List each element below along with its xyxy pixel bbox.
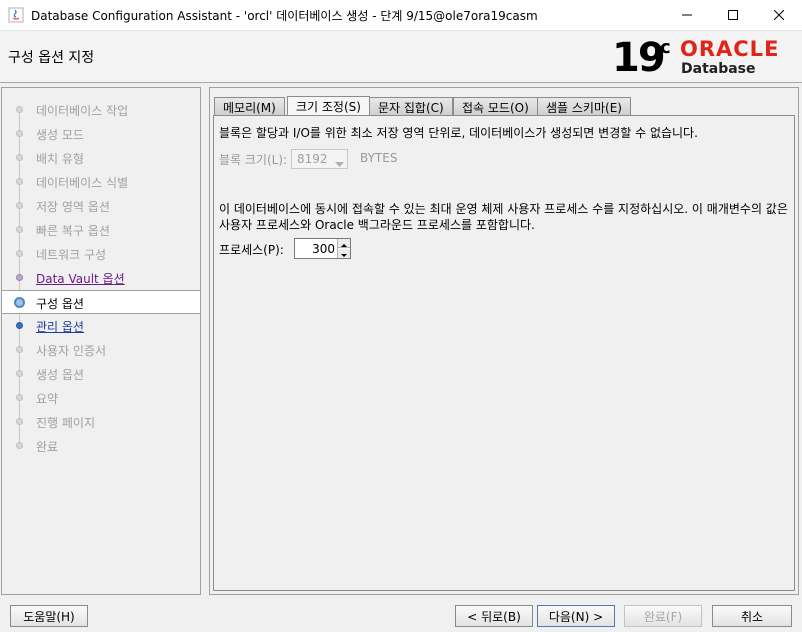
step-data-vault-option[interactable]: Data Vault 옵션	[2, 266, 200, 290]
tab-character-sets[interactable]: 문자 집합(C)	[369, 97, 453, 115]
step-label: 진행 페이지	[36, 416, 96, 430]
finish-button[interactable]: 완료(F)	[624, 605, 702, 627]
step-finish: 완료	[2, 434, 200, 458]
step-label: 저장 영역 옵션	[36, 200, 110, 214]
step-dot-icon	[16, 154, 23, 161]
java-app-icon	[8, 7, 24, 23]
brand-version: 19	[612, 35, 666, 81]
step-dot-icon	[16, 106, 23, 113]
brand-version-suffix: c	[660, 37, 671, 58]
step-label: 완료	[36, 440, 59, 454]
cancel-button[interactable]: 취소	[712, 605, 792, 627]
sizing-tab-panel: 블록은 할당과 I/O를 위한 최소 저장 영역 단위로, 데이터베이스가 생성…	[213, 115, 795, 591]
tab-connection-mode[interactable]: 접속 모드(O)	[453, 97, 538, 115]
spinner-up-button[interactable]	[338, 239, 350, 248]
step-dot-icon	[16, 418, 23, 425]
process-info-line1: 이 데이터베이스에 동시에 접속할 수 있는 최대 운영 체제 사용자 프로세스…	[219, 202, 788, 216]
step-label: 요약	[36, 392, 59, 406]
step-label: 네트워크 구성	[36, 248, 107, 262]
step-database-operation: 데이터베이스 작업	[2, 98, 200, 122]
oracle-database-logo: 19 c ORACLE Database	[612, 35, 792, 81]
page-title: 구성 옵션 지정	[8, 50, 95, 66]
step-navigation: 데이터베이스 작업 생성 모드 배치 유형 데이터베이스 식별 저장 영역 옵션…	[1, 87, 201, 595]
spinner-down-button[interactable]	[338, 249, 350, 258]
process-spinner[interactable]	[294, 238, 351, 259]
step-current-icon	[14, 297, 25, 308]
spinner-buttons	[337, 239, 350, 258]
step-fast-recovery-option: 빠른 복구 옵션	[2, 218, 200, 242]
step-creation-mode: 생성 모드	[2, 122, 200, 146]
close-button[interactable]	[756, 0, 802, 31]
tab-sizing[interactable]: 크기 조정(S)	[287, 96, 370, 116]
process-input[interactable]	[295, 239, 337, 258]
back-button[interactable]: < 뒤로(B)	[455, 605, 533, 627]
block-size-label: 블록 크기(L):	[219, 153, 288, 167]
step-label: 사용자 인증서	[36, 344, 107, 358]
step-database-identification: 데이터베이스 식별	[2, 170, 200, 194]
step-label: 구성 옵션	[36, 297, 84, 311]
step-storage-option: 저장 영역 옵션	[2, 194, 200, 218]
step-label[interactable]: 관리 옵션	[36, 318, 84, 335]
step-label: 배치 유형	[36, 152, 84, 166]
window-title: Database Configuration Assistant - 'orcl…	[31, 9, 538, 23]
step-deployment-type: 배치 유형	[2, 146, 200, 170]
tab-memory[interactable]: 메모리(M)	[214, 97, 285, 115]
close-icon	[773, 9, 785, 23]
step-label[interactable]: Data Vault 옵션	[36, 270, 125, 287]
step-dot-icon	[16, 250, 23, 257]
step-dot-icon	[16, 202, 23, 209]
step-dot-icon	[16, 394, 23, 401]
step-configuration-options[interactable]: 구성 옵션	[2, 290, 200, 314]
minimize-button[interactable]	[664, 0, 710, 31]
help-button[interactable]: 도움말(H)	[10, 605, 88, 627]
step-label: 생성 모드	[36, 128, 84, 142]
step-label: 빠른 복구 옵션	[36, 224, 110, 238]
maximize-icon	[728, 9, 738, 23]
process-info-line2: 사용자 프로세스와 Oracle 백그라운드 프로세스를 포함합니다.	[219, 218, 535, 232]
brand-product: Database	[681, 61, 756, 77]
step-progress-page: 진행 페이지	[2, 410, 200, 434]
step-dot-icon	[16, 274, 23, 281]
block-size-select: 8192	[291, 149, 348, 169]
step-user-credentials: 사용자 인증서	[2, 338, 200, 362]
brand-oracle: ORACLE	[680, 37, 780, 61]
window-titlebar: Database Configuration Assistant - 'orcl…	[0, 0, 802, 31]
step-network-configuration: 네트워크 구성	[2, 242, 200, 266]
step-dot-icon	[16, 442, 23, 449]
step-dot-icon	[16, 226, 23, 233]
step-label: 데이터베이스 식별	[36, 176, 129, 190]
process-label: 프로세스(P):	[219, 243, 284, 257]
step-dot-icon	[16, 130, 23, 137]
step-creation-option: 생성 옵션	[2, 362, 200, 386]
block-size-value: 8192	[297, 152, 328, 166]
step-dot-icon	[16, 346, 23, 353]
tab-sample-schemas[interactable]: 샘플 스키마(E)	[537, 97, 631, 115]
main-panel: 메모리(M) 크기 조정(S) 문자 집합(C) 접속 모드(O) 샘플 스키마…	[209, 87, 799, 595]
maximize-button[interactable]	[710, 0, 756, 31]
step-dot-icon	[16, 178, 23, 185]
minimize-icon	[682, 9, 692, 23]
next-button[interactable]: 다음(N) >	[537, 605, 615, 627]
step-dot-icon	[16, 322, 23, 329]
step-management-options[interactable]: 관리 옵션	[2, 314, 200, 338]
block-size-unit: BYTES	[360, 151, 398, 165]
chevron-down-icon	[335, 157, 344, 171]
step-label: 데이터베이스 작업	[36, 104, 129, 118]
step-summary: 요약	[2, 386, 200, 410]
block-info-text: 블록은 할당과 I/O를 위한 최소 저장 영역 단위로, 데이터베이스가 생성…	[219, 126, 698, 140]
step-dot-icon	[16, 370, 23, 377]
step-label: 생성 옵션	[36, 368, 84, 382]
